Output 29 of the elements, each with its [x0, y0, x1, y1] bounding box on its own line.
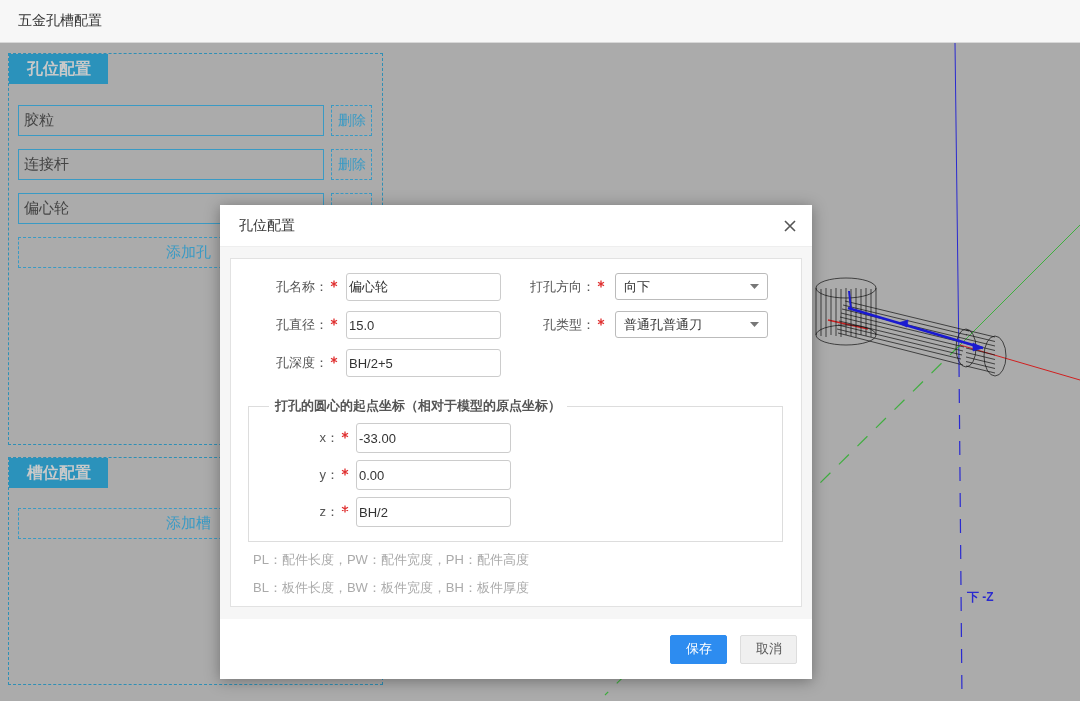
- field-label: 孔名称：: [276, 278, 328, 296]
- axis-label: 下 -Z: [967, 590, 994, 604]
- caret-icon: [750, 284, 759, 289]
- field-label: 孔类型：: [543, 316, 595, 334]
- page-title: 五金孔槽配置: [18, 12, 102, 30]
- cancel-button[interactable]: 取消: [740, 634, 797, 664]
- save-button[interactable]: 保存: [670, 634, 727, 664]
- dropdown[interactable]: 普通孔普通刀: [615, 311, 768, 338]
- field-label: y：: [319, 466, 339, 484]
- name-field[interactable]: 连接杆: [18, 149, 324, 180]
- help-text: PL：配件长度，PW：配件宽度，PH：配件高度: [253, 551, 530, 569]
- input-field[interactable]: 偏心轮: [346, 273, 501, 301]
- close-icon: [784, 219, 796, 232]
- dropdown[interactable]: 向下: [615, 273, 768, 300]
- input-field[interactable]: 0.00: [356, 460, 511, 490]
- input-field[interactable]: -33.00: [356, 423, 511, 453]
- name-field[interactable]: 胶粒: [18, 105, 324, 136]
- input-field[interactable]: BH/2: [356, 497, 511, 527]
- help-text: BL：板件长度，BW：板件宽度，BH：板件厚度: [253, 579, 530, 597]
- field-label: 打孔方向：: [530, 278, 595, 296]
- field-label: 孔深度：: [276, 354, 328, 372]
- caret-icon: [750, 322, 759, 327]
- input-field[interactable]: 15.0: [346, 311, 501, 339]
- field-label: x：: [319, 429, 339, 447]
- close-button[interactable]: [784, 219, 796, 232]
- field-label: 孔直径：: [276, 316, 328, 334]
- axis-line: [827, 319, 869, 330]
- group-title: 打孔的圆心的起点坐标（相对于模型的原点坐标）: [273, 397, 562, 415]
- input-field[interactable]: BH/2+5: [346, 349, 501, 377]
